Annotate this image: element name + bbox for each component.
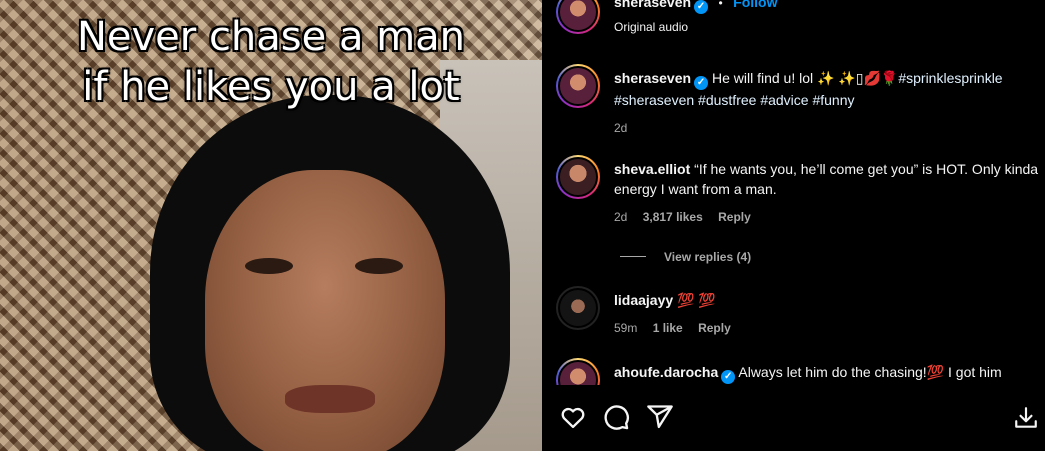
save-icon[interactable] — [1013, 405, 1043, 435]
share-icon[interactable] — [646, 403, 676, 433]
comment-text: He will find u! lol ✨ ✨▯💋🌹 — [711, 70, 899, 86]
follow-button[interactable]: Follow — [733, 0, 777, 10]
avatar[interactable] — [556, 286, 600, 330]
comment-text: 💯 💯 — [677, 292, 716, 308]
divider-line — [620, 256, 646, 257]
avatar[interactable] — [556, 64, 600, 108]
video-subject-eye — [245, 258, 293, 274]
avatar[interactable] — [556, 155, 600, 199]
comment-text: Always let him do the chasing!💯 I got hi… — [738, 364, 1002, 380]
separator-dot: • — [718, 0, 723, 10]
comments-panel: sheraseven ✓ • Follow Original audio sher… — [542, 0, 1045, 451]
verified-badge-icon: ✓ — [694, 76, 709, 90]
action-bar — [542, 398, 1045, 451]
view-replies-label: View replies (4) — [664, 250, 752, 264]
comment-time: 2d — [614, 121, 628, 135]
comment-username[interactable]: ahoufe.darocha — [614, 364, 718, 380]
scroll-fade — [542, 385, 1045, 399]
comment-likes[interactable]: 1 like — [653, 321, 683, 335]
heart-icon[interactable] — [559, 403, 589, 433]
video-caption: Never chase a man if he likes you a lot — [0, 12, 542, 112]
comment-username[interactable]: lidaajayy — [614, 292, 673, 308]
reply-button[interactable]: Reply — [698, 321, 731, 335]
comment-username[interactable]: sheraseven — [614, 70, 691, 86]
comment-time: 2d — [614, 210, 628, 224]
author-avatar[interactable] — [556, 0, 600, 34]
video-subject-eye — [355, 258, 403, 274]
comment-icon[interactable] — [602, 403, 632, 433]
verified-badge-icon: ✓ — [694, 0, 709, 14]
verified-badge-icon: ✓ — [721, 370, 736, 384]
reply-button[interactable]: Reply — [718, 210, 751, 224]
caption-line-2: if he likes you a lot — [82, 64, 460, 110]
comment-username[interactable]: sheva.elliot — [614, 161, 690, 177]
video-player[interactable]: Never chase a man if he likes you a lot — [0, 0, 542, 451]
view-replies-button[interactable]: View replies (4) — [620, 250, 751, 264]
comment-likes[interactable]: 3,817 likes — [643, 210, 703, 224]
caption-line-1: Never chase a man — [76, 14, 466, 60]
author-username[interactable]: sheraseven — [614, 0, 691, 10]
comment-time: 59m — [614, 321, 638, 335]
video-subject-mouth — [285, 385, 375, 413]
audio-label[interactable]: Original audio — [614, 20, 778, 34]
